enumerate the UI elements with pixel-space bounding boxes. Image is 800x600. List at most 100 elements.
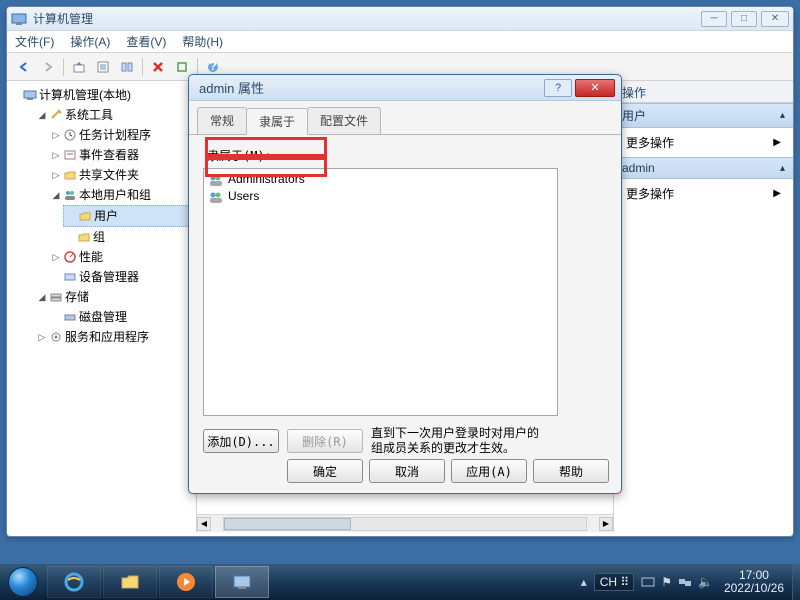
collapse-icon[interactable]: ◢ [37, 110, 47, 120]
taskbar[interactable]: ▴ CH ⠿ ⚑ 🔈 17:00 2022/10/26 [0, 564, 800, 600]
dialog-title: admin 属性 [195, 78, 541, 97]
action-more-admin[interactable]: 更多操作▶ [614, 179, 793, 208]
tree-label: 服务和应用程序 [65, 328, 149, 346]
menu-help[interactable]: 帮助(H) [182, 33, 223, 50]
ime-icon: ⠿ [620, 575, 628, 589]
tree-system-tools[interactable]: ◢ 系统工具 [35, 105, 196, 125]
remove-button[interactable]: 删除(R) [287, 429, 363, 453]
tree-services[interactable]: ▷ 服务和应用程序 [35, 327, 196, 347]
storage-icon [49, 290, 63, 304]
tree-storage[interactable]: ◢ 存储 [35, 287, 196, 307]
tree-label: 性能 [79, 248, 103, 266]
collapse-icon[interactable]: ◢ [37, 292, 47, 302]
menu-file[interactable]: 文件(F) [15, 33, 54, 50]
group-item-users[interactable]: Users [206, 188, 555, 205]
chevron-right-icon: ▶ [773, 137, 781, 148]
forward-button[interactable] [37, 56, 59, 78]
clock-icon [63, 128, 77, 142]
tree-local-users[interactable]: ◢ 本地用户和组 [49, 185, 196, 205]
tree-root[interactable]: 计算机管理(本地) [21, 85, 196, 105]
taskbar-media[interactable] [159, 566, 213, 598]
help-button[interactable]: 帮助 [533, 459, 609, 483]
expand-icon[interactable]: ▷ [51, 150, 61, 160]
minimize-button[interactable]: ─ [701, 11, 727, 27]
tree-label: 本地用户和组 [79, 186, 151, 204]
services-icon [49, 330, 63, 344]
panel-button[interactable] [116, 56, 138, 78]
maximize-button[interactable]: □ [731, 11, 757, 27]
actions-section-admin[interactable]: admin▴ [614, 157, 793, 179]
back-button[interactable] [13, 56, 35, 78]
scroll-thumb[interactable] [224, 518, 351, 530]
dialog-titlebar[interactable]: admin 属性 ? ✕ [189, 75, 621, 101]
scroll-left-button[interactable]: ◀ [197, 517, 211, 531]
action-more-user[interactable]: 更多操作▶ [614, 128, 793, 157]
add-button[interactable]: 添加(D)... [203, 429, 279, 453]
language-indicator[interactable]: CH ⠿ [594, 573, 634, 591]
group-item-administrators[interactable]: Administrators [206, 171, 555, 188]
system-tray[interactable]: ▴ CH ⠿ ⚑ 🔈 17:00 2022/10/26 [578, 564, 800, 600]
show-desktop-button[interactable] [792, 564, 800, 600]
disk-icon [63, 310, 77, 324]
taskbar-explorer[interactable] [103, 566, 157, 598]
expand-icon[interactable]: ▷ [51, 252, 61, 262]
up-button[interactable] [68, 56, 90, 78]
section-title: 用户 [622, 107, 646, 124]
tree-users[interactable]: 用户 [63, 205, 196, 227]
tree-label: 系统工具 [65, 106, 113, 124]
tree-disk-management[interactable]: 磁盘管理 [49, 307, 196, 327]
svg-text:?: ? [209, 60, 216, 73]
collapse-icon[interactable]: ◢ [51, 190, 61, 200]
menu-view[interactable]: 查看(V) [126, 33, 166, 50]
expand-icon[interactable]: ▷ [37, 332, 47, 342]
apply-button[interactable]: 应用(A) [451, 459, 527, 483]
actions-panel: 操作 用户▴ 更多操作▶ admin▴ 更多操作▶ [613, 81, 793, 532]
scroll-track[interactable] [223, 517, 587, 531]
clock[interactable]: 17:00 2022/10/26 [716, 569, 792, 595]
tree-label: 组 [93, 228, 105, 246]
tab-strip: 常规 隶属于 配置文件 [189, 101, 621, 135]
taskbar-mmc[interactable] [215, 566, 269, 598]
tree-device-manager[interactable]: 设备管理器 [49, 267, 196, 287]
folder-icon [78, 209, 92, 223]
computer-icon [23, 88, 37, 102]
tree-task-scheduler[interactable]: ▷任务计划程序 [49, 125, 196, 145]
tree-event-viewer[interactable]: ▷事件查看器 [49, 145, 196, 165]
horizontal-scrollbar[interactable]: ◀ ▶ [197, 514, 613, 532]
dialog-close-button[interactable]: ✕ [575, 79, 615, 97]
keyboard-icon[interactable] [641, 576, 655, 588]
properties-button[interactable] [92, 56, 114, 78]
network-icon[interactable] [678, 576, 692, 588]
volume-icon[interactable]: 🔈 [698, 575, 713, 589]
tree-groups[interactable]: 组 [63, 227, 196, 247]
flag-icon[interactable]: ⚑ [661, 575, 672, 589]
actions-section-user[interactable]: 用户▴ [614, 103, 793, 128]
start-button[interactable] [0, 564, 46, 600]
chevron-right-icon: ▶ [773, 188, 781, 199]
groups-listbox[interactable]: Administrators Users [203, 168, 558, 416]
group-name: Administrators [228, 172, 305, 187]
menu-action[interactable]: 操作(A) [70, 33, 110, 50]
close-button[interactable]: ✕ [761, 11, 789, 27]
cancel-button[interactable]: 取消 [369, 459, 445, 483]
dialog-help-button[interactable]: ? [544, 79, 572, 97]
ok-button[interactable]: 确定 [287, 459, 363, 483]
tray-expand-icon[interactable]: ▴ [581, 575, 587, 589]
group-icon [208, 173, 224, 187]
expand-icon[interactable]: ▷ [51, 170, 61, 180]
delete-button[interactable] [147, 56, 169, 78]
lang-text: CH [600, 575, 617, 589]
group-name: Users [228, 189, 259, 204]
tab-memberof[interactable]: 隶属于 [246, 108, 308, 135]
scroll-right-button[interactable]: ▶ [599, 517, 613, 531]
tree-shared-folders[interactable]: ▷共享文件夹 [49, 165, 196, 185]
tools-icon [49, 108, 63, 122]
tree-performance[interactable]: ▷ 性能 [49, 247, 196, 267]
tree-panel[interactable]: 计算机管理(本地) ◢ 系统工具 ▷任务计划程序 ▷事件查看器 [7, 81, 197, 532]
tab-general[interactable]: 常规 [197, 107, 247, 134]
titlebar[interactable]: 计算机管理 ─ □ ✕ [7, 7, 793, 31]
tree-label: 存储 [65, 288, 89, 306]
taskbar-ie[interactable] [47, 566, 101, 598]
tab-profile[interactable]: 配置文件 [307, 107, 381, 134]
expand-icon[interactable]: ▷ [51, 130, 61, 140]
